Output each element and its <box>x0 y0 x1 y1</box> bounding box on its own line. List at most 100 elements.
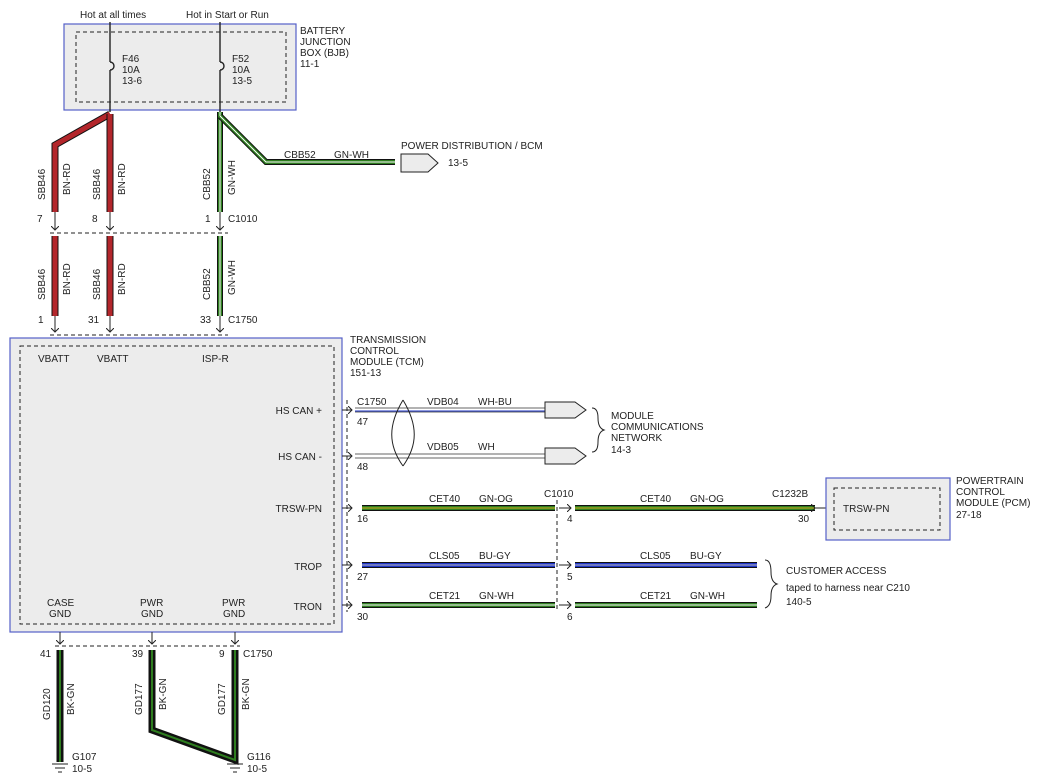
bjb-title-line3: BOX (BJB) <box>300 48 349 59</box>
brace-icon <box>764 559 779 609</box>
ground-icon <box>52 763 68 773</box>
pin-label: 30 <box>357 612 369 623</box>
tcm-pin-isp-r: ISP-R <box>202 354 229 365</box>
wire-color-label: GN-OG <box>690 494 724 505</box>
tcm-pin-vbatt: VBATT <box>97 354 128 365</box>
ground-g107-ref: 10-5 <box>72 764 92 775</box>
connector-label: C1010 <box>228 214 258 225</box>
pcm-pin-trsw-pn: TRSW-PN <box>843 504 889 515</box>
wire-vdb04-label: VDB04 <box>427 397 459 408</box>
network-title-line2: COMMUNICATIONS <box>611 422 704 433</box>
pin-label: 33 <box>200 315 212 326</box>
fuse-f46-ref: 13-6 <box>122 76 142 87</box>
battery-junction-box: BATTERY JUNCTION BOX (BJB) 11-1 F46 10A … <box>63 22 351 112</box>
pin-label: 48 <box>357 462 369 473</box>
wire-color-label: GN-WH <box>227 260 238 295</box>
bjb-title-line1: BATTERY <box>300 26 346 37</box>
connector-label: C1750 <box>243 649 273 660</box>
wire-sbb46-label: SBB46 <box>37 268 48 300</box>
customer-access-ref: 140-5 <box>786 597 812 608</box>
pcm-title-line1: POWERTRAIN <box>956 476 1024 487</box>
wire-color-label: BK-GN <box>66 683 77 715</box>
connector-label: C1010 <box>544 489 574 500</box>
wire-cet21-label: CET21 <box>429 591 461 602</box>
wire-cbb52-label: CBB52 <box>202 168 213 200</box>
hot-at-all-times-label: Hot at all times <box>80 10 146 21</box>
pin-label: 1 <box>38 315 44 326</box>
connector-label: C1232B <box>772 489 808 500</box>
wire-color-label: GN-WH <box>227 160 238 195</box>
pin-label: 1 <box>205 214 211 225</box>
pcm-ref: 27-18 <box>956 510 982 521</box>
customer-access: CUSTOMER ACCESS taped to harness near C2… <box>764 559 910 609</box>
c1750-connector-top: 1 31 33 C1750 <box>38 315 258 336</box>
hot-in-start-label: Hot in Start or Run <box>186 10 269 21</box>
fuse-f46-amps: 10A <box>122 65 140 76</box>
can-connector-icon <box>544 447 587 465</box>
wire-cet21-label: CET21 <box>640 591 672 602</box>
tcm-pin-pwr-gnd: PWR <box>140 598 163 609</box>
bjb-title-line2: JUNCTION <box>300 37 351 48</box>
signal-wires: 16 27 30 CET40 GN-OG CLS05 BU-GY CET21 G… <box>342 489 826 623</box>
wire-gd120-label: GD120 <box>42 688 53 720</box>
pin-label: 8 <box>92 214 98 225</box>
pin-label: 7 <box>37 214 43 225</box>
wire-vdb05-label: VDB05 <box>427 442 459 453</box>
connector-label: C1750 <box>228 315 258 326</box>
tcm-pin-pwr-gnd: PWR <box>222 598 245 609</box>
pin-label: 4 <box>567 514 573 525</box>
customer-access-title: CUSTOMER ACCESS <box>786 566 887 577</box>
tcm-pin-tron: TRON <box>294 602 322 613</box>
lower-wires: SBB46 BN-RD SBB46 BN-RD CBB52 GN-WH <box>37 236 238 316</box>
wire-color-label: BK-GN <box>158 678 169 710</box>
wire-gd177-label: GD177 <box>134 683 145 715</box>
customer-access-note: taped to harness near C210 <box>786 583 910 594</box>
tcm-pin-vbatt: VBATT <box>38 354 69 365</box>
wire-sbb46-label: SBB46 <box>37 168 48 200</box>
network-title-line1: MODULE <box>611 411 654 422</box>
tcm-pin-trop: TROP <box>294 562 322 573</box>
pdb-wire-label: CBB52 <box>284 150 316 161</box>
fuse-f52-label: F52 <box>232 54 250 65</box>
wire-color-label: BK-GN <box>241 678 252 710</box>
wire-color-label: GN-WH <box>690 591 725 602</box>
tcm-pin-hs-can-minus: HS CAN - <box>278 452 322 463</box>
ground-wires: 41 39 9 C1750 GD120 BK-GN GD177 BK-GN GD… <box>40 632 273 775</box>
ground-g116-label: G116 <box>247 752 271 763</box>
c1010-connector-top: 7 8 1 C1010 <box>37 212 258 234</box>
pin-label: 5 <box>567 572 573 583</box>
wire-color-label: GN-WH <box>479 591 514 602</box>
pin-label: 9 <box>219 649 225 660</box>
pcm-title-line2: CONTROL <box>956 487 1005 498</box>
can-connector-icon <box>544 401 587 419</box>
wire-color-label: BU-GY <box>690 551 722 562</box>
ground-g116-ref: 10-5 <box>247 764 267 775</box>
wire-color-label: BU-GY <box>479 551 511 562</box>
pin-label: 27 <box>357 572 369 583</box>
fuse-f46-label: F46 <box>122 54 140 65</box>
wire-color-label: BN-RD <box>62 163 73 195</box>
pdb-title: POWER DISTRIBUTION / BCM <box>401 141 543 152</box>
connector-label: C1750 <box>357 397 387 408</box>
pin-label: 47 <box>357 417 369 428</box>
tcm-pin-case-gnd: CASE <box>47 598 75 609</box>
wire-cls05-label: CLS05 <box>640 551 671 562</box>
tcm-pin-pwr-gnd: GND <box>141 609 163 620</box>
pdb-ref: 13-5 <box>448 158 468 169</box>
tcm-title-line3: MODULE (TCM) <box>350 357 424 368</box>
power-distribution-connector: CBB52 GN-WH POWER DISTRIBUTION / BCM 13-… <box>284 141 543 173</box>
tcm-title-line2: CONTROL <box>350 346 399 357</box>
transmission-control-module: TRANSMISSION CONTROL MODULE (TCM) 151-13… <box>9 335 426 633</box>
powertrain-control-module: TRSW-PN POWERTRAIN CONTROL MODULE (PCM) … <box>825 476 1030 541</box>
tcm-pin-trsw-pn: TRSW-PN <box>276 504 322 515</box>
upper-wire-labels: SBB46 BN-RD SBB46 BN-RD CBB52 GN-WH <box>37 160 238 200</box>
bjb-ref: 11-1 <box>300 59 320 70</box>
wire-sbb46-label: SBB46 <box>92 168 103 200</box>
wire-color-label: WH-BU <box>478 397 512 408</box>
pin-label: 41 <box>40 649 52 660</box>
fuse-f52-ref: 13-5 <box>232 76 252 87</box>
brace-icon <box>591 407 606 453</box>
wire-color-label: BN-RD <box>117 163 128 195</box>
fuse-f52-amps: 10A <box>232 65 250 76</box>
pdb-color-label: GN-WH <box>334 150 369 161</box>
